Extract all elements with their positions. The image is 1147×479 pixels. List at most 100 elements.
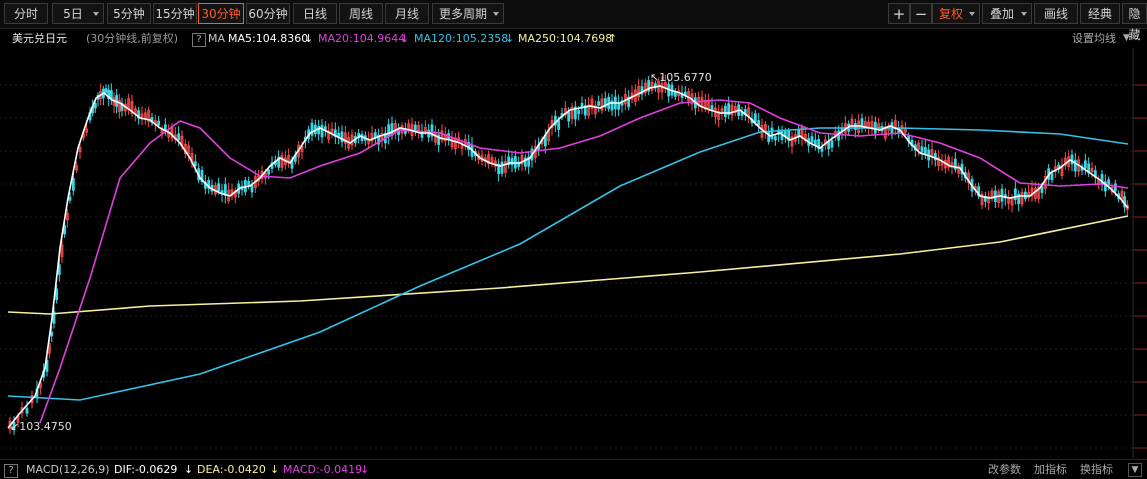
candle-body (810, 136, 814, 143)
chart-canvas (0, 48, 1147, 458)
candle-body (193, 161, 197, 166)
candle-body (837, 130, 841, 141)
ma5-down-arrow-icon: ↓ (304, 32, 314, 45)
add-indicator-button[interactable]: 加指标 (1034, 460, 1067, 479)
period-tab-60min[interactable]: 60分钟 (246, 3, 290, 24)
toolbar: 分时 5日 5分钟 15分钟 30分钟 60分钟 日线 周线 月线 更多周期 +… (0, 0, 1147, 42)
switch-indicator-button[interactable]: 换指标 (1080, 460, 1113, 479)
period-tab-fenshi[interactable]: 分时 (4, 3, 48, 24)
ma-info-row: 美元兑日元 (30分钟线,前复权) ? MA MA5:104.8360 ↓ MA… (0, 29, 1147, 48)
candle-body (753, 113, 757, 123)
period-tab-daily[interactable]: 日线 (293, 3, 337, 24)
candle-body (557, 120, 561, 130)
low-arrow-icon: ↙ (10, 420, 20, 433)
candle-body (250, 184, 254, 193)
candle-body (830, 140, 834, 148)
ma120-value: MA120:105.2358 (414, 32, 509, 45)
ma20-line (39, 99, 1129, 424)
indicator-dropdown-icon[interactable]: ▼ (1128, 463, 1142, 477)
zoom-in-button[interactable]: + (888, 3, 910, 24)
candle-body (567, 111, 571, 122)
draw-line-button[interactable]: 画线 (1034, 3, 1078, 24)
change-params-button[interactable]: 改参数 (988, 460, 1021, 479)
candle-body (773, 136, 777, 141)
chevron-down-icon[interactable]: ▼ (1123, 29, 1130, 48)
candle-body (217, 183, 221, 192)
high-value: 105.6770 (659, 71, 712, 84)
classic-button[interactable]: 经典 (1080, 3, 1120, 24)
macd-value: MACD:-0.0419 (283, 463, 363, 476)
fuquan-dropdown[interactable]: 复权 (932, 3, 980, 24)
candle-body (25, 408, 29, 414)
candlestick-chart[interactable]: ↖105.6770 ↙103.4750 (0, 48, 1147, 458)
ma250-line (7, 215, 1129, 315)
ma-label: MA (208, 32, 226, 45)
candle-body (757, 120, 761, 126)
ma250-value: MA250:104.7698 (518, 32, 613, 45)
low-value: 103.4750 (19, 420, 72, 433)
candle-body (68, 196, 72, 201)
macd-name: MACD(12,26,9) (26, 463, 110, 476)
candle-body (323, 126, 327, 131)
candle-body (1107, 179, 1111, 186)
candle-body (247, 181, 251, 187)
ma120-down-arrow-icon: ↓ (505, 32, 515, 45)
macd-dif: DIF:-0.0629 (114, 463, 178, 476)
period-tab-monthly[interactable]: 月线 (385, 3, 429, 24)
candle-body (1083, 160, 1087, 169)
period-tab-15min[interactable]: 15分钟 (153, 3, 197, 24)
period-tab-5min[interactable]: 5分钟 (107, 3, 151, 24)
dif-down-arrow-icon: ↓ (184, 463, 194, 476)
candle-body (597, 101, 601, 106)
overlay-dropdown[interactable]: 叠加 (982, 3, 1032, 24)
candle-body (93, 103, 97, 109)
candle-body (920, 146, 924, 153)
macd-info-row: ? MACD(12,26,9) DIF:-0.0629 ↓ DEA:-0.042… (0, 459, 1147, 479)
ma20-down-arrow-icon: ↓ (400, 32, 410, 45)
candle-body (157, 120, 161, 126)
ma5-value: MA5:104.8360 (228, 32, 309, 45)
period-tab-30min[interactable]: 30分钟 (198, 3, 244, 24)
candle-body (500, 161, 504, 174)
candle-body (770, 127, 774, 140)
candle-body (827, 141, 831, 150)
ma250-up-arrow-icon: ↑ (608, 32, 618, 45)
candle-body (1000, 188, 1004, 202)
high-arrow-icon: ↖ (650, 71, 660, 84)
low-annotation: ↙103.4750 (10, 420, 72, 433)
candle-body (387, 124, 391, 138)
candles-layer (8, 74, 1129, 435)
candle-body (723, 105, 727, 117)
candle-body (71, 177, 75, 191)
candle-body (1073, 159, 1077, 172)
candle-body (510, 158, 514, 166)
more-periods-dropdown[interactable]: 更多周期 (432, 3, 504, 24)
candle-body (1113, 183, 1117, 192)
hide-button[interactable]: 隐藏 (1122, 3, 1147, 42)
candle-body (923, 147, 927, 154)
macd-dea: DEA:-0.0420 (197, 463, 266, 476)
macd-help-icon[interactable]: ? (4, 460, 18, 479)
ma-settings-dropdown[interactable]: 设置均线 (1072, 29, 1116, 48)
candle-body (1013, 188, 1017, 200)
candle-body (1050, 172, 1054, 181)
dea-down-arrow-icon: ↓ (270, 463, 280, 476)
chart-subtitle: (30分钟线,前复权) (86, 32, 179, 45)
macd-down-arrow-icon: ↓ (360, 463, 370, 476)
candle-body (177, 133, 181, 141)
candle-body (267, 169, 271, 175)
symbol-name: 美元兑日元 (12, 32, 67, 45)
candle-body (310, 122, 314, 136)
candle-body (577, 110, 581, 115)
candle-body (50, 331, 54, 337)
candle-body (55, 288, 59, 300)
ma20-value: MA20:104.9644 (318, 32, 406, 45)
high-annotation: ↖105.6770 (650, 71, 712, 84)
period-tab-5day[interactable]: 5日 (52, 3, 104, 24)
candle-body (337, 132, 341, 137)
ma-help-icon[interactable]: ? (192, 29, 206, 48)
zoom-out-button[interactable]: − (910, 3, 932, 24)
candle-body (413, 124, 417, 132)
period-tab-weekly[interactable]: 周线 (339, 3, 383, 24)
candle-body (109, 90, 113, 99)
